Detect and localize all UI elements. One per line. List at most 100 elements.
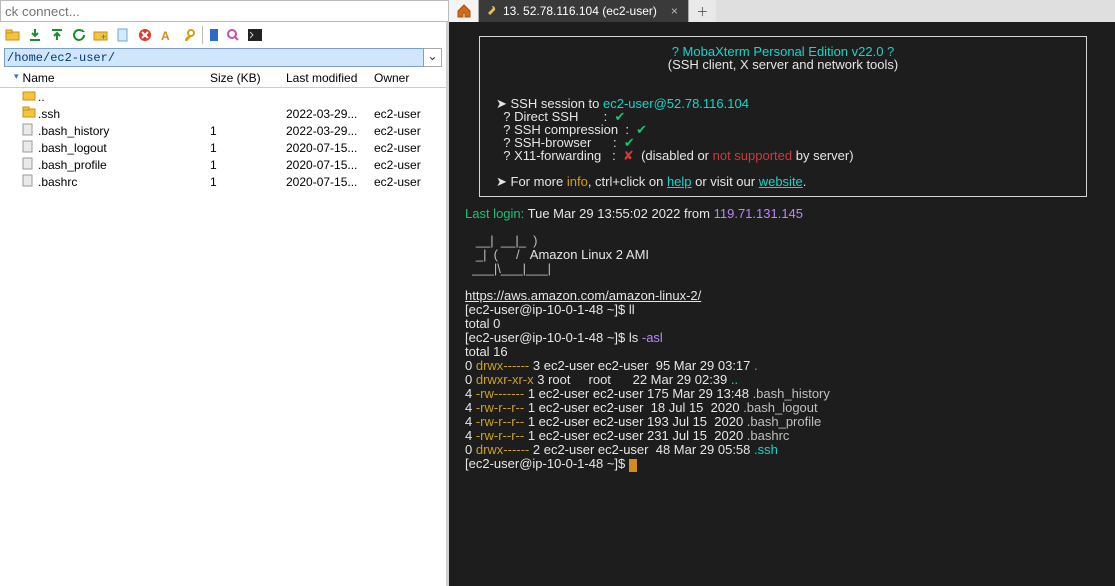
file-name: .bashrc bbox=[38, 173, 210, 190]
banner-x11-disabled: (disabled bbox=[634, 148, 694, 163]
file-modified: 2022-03-29... bbox=[286, 105, 374, 122]
file-modified: 2022-03-29... bbox=[286, 122, 374, 139]
new-folder-icon[interactable] bbox=[4, 26, 22, 44]
column-modified[interactable]: Last modified bbox=[286, 71, 374, 85]
file-row[interactable]: .bash_profile12020-07-15...ec2-user bbox=[0, 156, 446, 173]
file-icon bbox=[22, 156, 38, 173]
banner-not-supported: not supported bbox=[713, 148, 793, 163]
file-row[interactable]: .bashrc12020-07-15...ec2-user bbox=[0, 173, 446, 190]
banner-by-server: by server) bbox=[792, 148, 853, 163]
column-owner[interactable]: Owner bbox=[374, 71, 446, 85]
file-row[interactable]: .bash_history12022-03-29...ec2-user bbox=[0, 122, 446, 139]
file-modified: 2020-07-15... bbox=[286, 173, 374, 190]
banner-opt-x11: ? X11-forwarding : bbox=[496, 148, 623, 163]
file-size bbox=[210, 88, 286, 105]
file-owner: ec2-user bbox=[374, 156, 446, 173]
banner-subtitle: (SSH client, X server and network tools) bbox=[668, 57, 898, 72]
path-dropdown-button[interactable]: ⌄ bbox=[424, 48, 442, 67]
last-login-ip: 119.71.131.145 bbox=[714, 206, 803, 221]
file-size: 1 bbox=[210, 139, 286, 156]
rename-icon[interactable]: A bbox=[158, 26, 176, 44]
folder-icon bbox=[22, 105, 38, 122]
file-owner: ec2-user bbox=[374, 122, 446, 139]
home-icon bbox=[456, 4, 472, 18]
file-size: 1 bbox=[210, 122, 286, 139]
column-name[interactable]: Name bbox=[23, 71, 210, 85]
sftp-toolbar: + A bbox=[0, 22, 446, 46]
file-modified bbox=[286, 88, 374, 105]
banner-info-pre: ➤ For more bbox=[496, 174, 567, 189]
download-icon[interactable] bbox=[26, 26, 44, 44]
file-owner: ec2-user bbox=[374, 173, 446, 190]
file-icon bbox=[22, 122, 38, 139]
new-file-icon[interactable] bbox=[114, 26, 132, 44]
file-name: .ssh bbox=[38, 105, 210, 122]
shell-prompt: [ec2-user@ip-10-0-1-48 ~]$ bbox=[465, 456, 629, 471]
banner-or: or bbox=[694, 148, 713, 163]
chevron-down-icon: ⌄ bbox=[427, 49, 437, 63]
plus-icon: ＋ bbox=[696, 3, 708, 20]
ascii-art: _| ( / bbox=[465, 247, 530, 262]
file-size: 1 bbox=[210, 156, 286, 173]
permissions-icon[interactable] bbox=[180, 26, 198, 44]
help-link[interactable]: help bbox=[667, 174, 692, 189]
session-tab[interactable]: 13. 52.78.116.104 (ec2-user) × bbox=[479, 0, 688, 22]
file-owner bbox=[374, 88, 446, 105]
column-size[interactable]: Size (KB) bbox=[210, 71, 286, 85]
close-icon[interactable]: × bbox=[671, 4, 678, 18]
file-list-header[interactable]: ▾ Name Size (KB) Last modified Owner bbox=[0, 69, 446, 88]
refresh-icon[interactable] bbox=[70, 26, 88, 44]
banner-info-mid: , ctrl+click on bbox=[588, 174, 667, 189]
file-owner: ec2-user bbox=[374, 105, 446, 122]
add-folder-icon[interactable]: + bbox=[92, 26, 110, 44]
file-size bbox=[210, 105, 286, 122]
file-size: 1 bbox=[210, 173, 286, 190]
svg-text:+: + bbox=[101, 32, 106, 42]
session-tab-title: 13. 52.78.116.104 (ec2-user) bbox=[503, 4, 657, 18]
sftp-browser: + A ⌄ ▾ Name Size (KB) Last modified Own… bbox=[0, 22, 449, 586]
check-icon: ✔ bbox=[636, 122, 647, 137]
last-login-label: Last login: bbox=[465, 206, 524, 221]
bookmark-icon[interactable] bbox=[202, 26, 220, 44]
terminal-cursor bbox=[629, 459, 637, 472]
shell-prompt: [ec2-user@ip-10-0-1-48 ~]$ bbox=[465, 302, 629, 317]
shell-output: total 16 bbox=[465, 344, 508, 359]
cross-icon: ✘ bbox=[623, 148, 634, 163]
sftp-path-input[interactable] bbox=[4, 48, 424, 67]
file-modified: 2020-07-15... bbox=[286, 139, 374, 156]
file-name: .bash_logout bbox=[38, 139, 210, 156]
search-icon[interactable] bbox=[224, 26, 242, 44]
file-icon bbox=[22, 139, 38, 156]
file-row[interactable]: .bash_logout12020-07-15...ec2-user bbox=[0, 139, 446, 156]
terminal-output[interactable]: ? MobaXterm Personal Edition v22.0 ? (SS… bbox=[449, 22, 1115, 586]
shell-command-flag: -asl bbox=[642, 330, 663, 345]
file-modified: 2020-07-15... bbox=[286, 156, 374, 173]
upload-icon[interactable] bbox=[48, 26, 66, 44]
terminal-icon[interactable] bbox=[246, 26, 264, 44]
amazon-linux-link[interactable]: https://aws.amazon.com/amazon-linux-2/ bbox=[465, 288, 701, 303]
file-owner: ec2-user bbox=[374, 139, 446, 156]
shell-command: ll bbox=[629, 302, 635, 317]
quick-connect-input[interactable] bbox=[0, 0, 449, 22]
shell-output: total 0 bbox=[465, 316, 500, 331]
wrench-icon bbox=[485, 5, 497, 17]
delete-icon[interactable] bbox=[136, 26, 154, 44]
website-link[interactable]: website bbox=[759, 174, 803, 189]
parent-icon bbox=[22, 88, 38, 105]
ascii-art: ___|\___|___| bbox=[465, 261, 551, 276]
ascii-art: __| __|_ ) bbox=[465, 233, 538, 248]
file-name: .bash_history bbox=[38, 122, 210, 139]
file-name: .. bbox=[38, 88, 210, 105]
tree-collapse-icon[interactable]: ▾ bbox=[14, 71, 23, 85]
new-tab-button[interactable]: ＋ bbox=[688, 0, 716, 22]
shell-prompt: [ec2-user@ip-10-0-1-48 ~]$ bbox=[465, 330, 629, 345]
file-name: .bash_profile bbox=[38, 156, 210, 173]
last-login-text: Tue Mar 29 13:55:02 2022 from bbox=[524, 206, 713, 221]
terminal-banner: ? MobaXterm Personal Edition v22.0 ? (SS… bbox=[479, 36, 1087, 197]
home-tab-button[interactable] bbox=[449, 0, 479, 22]
banner-info-end: . bbox=[803, 174, 807, 189]
banner-info-mid2: or visit our bbox=[692, 174, 759, 189]
file-list: ...ssh2022-03-29...ec2-user.bash_history… bbox=[0, 88, 446, 190]
file-row[interactable]: .. bbox=[0, 88, 446, 105]
file-row[interactable]: .ssh 2022-03-29...ec2-user bbox=[0, 105, 446, 122]
